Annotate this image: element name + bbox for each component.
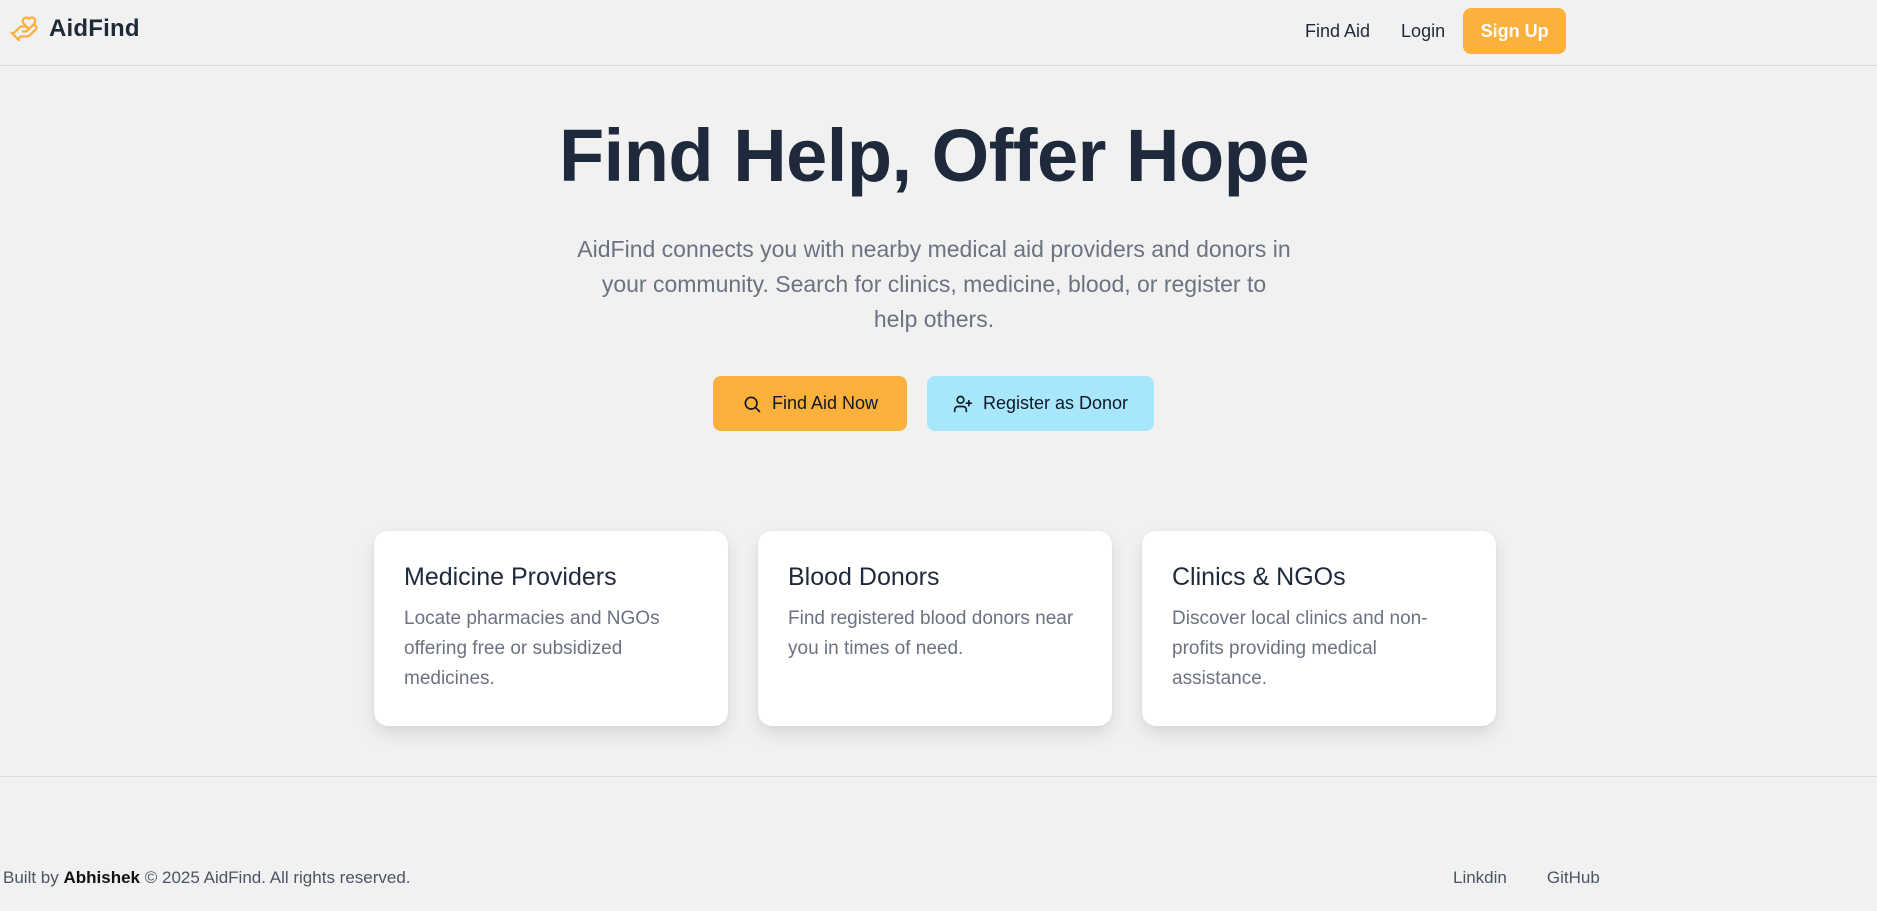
signup-button[interactable]: Sign Up — [1463, 8, 1567, 54]
card-title: Blood Donors — [788, 563, 940, 591]
find-aid-now-label: Find Aid Now — [771, 393, 879, 413]
card-title: Medicine Providers — [404, 563, 617, 591]
search-icon — [744, 396, 761, 412]
register-donor-button[interactable]: Register as Donor — [927, 376, 1154, 431]
brand-logo[interactable]: AidFind — [9, 14, 140, 44]
nav-login-link[interactable]: Login — [1401, 8, 1445, 54]
feature-card-blood: Blood Donors Find registered blood donor… — [758, 531, 1112, 726]
user-plus-icon — [953, 395, 973, 412]
footer-author: Abhishek — [63, 868, 141, 887]
nav-links: Find Aid Login Sign Up — [1290, 8, 1567, 54]
register-donor-label: Register as Donor — [982, 393, 1129, 413]
footer-copyright: Built by Abhishek © 2025 AidFind. All ri… — [3, 868, 411, 888]
footer-linkedin-link[interactable]: Linkdin — [1453, 868, 1507, 888]
card-text: Locate pharmacies and NGOs offering free… — [404, 608, 660, 689]
hero-title: Find Help, Offer Hope — [558, 114, 1310, 197]
card-title: Clinics & NGOs — [1172, 563, 1346, 591]
nav-find-aid-link[interactable]: Find Aid — [1305, 8, 1370, 54]
footer-links: Linkdin GitHub — [1453, 868, 1600, 888]
footer-built-by: Built by — [3, 868, 59, 887]
footer-copyright-text: © 2025 AidFind. All rights reserved. — [144, 868, 411, 887]
feature-card-clinics: Clinics & NGOs Discover local clinics an… — [1142, 531, 1496, 726]
hand-heart-icon — [10, 16, 38, 42]
navbar: AidFind Find Aid Login Sign Up — [0, 0, 1877, 66]
card-text: Discover local clinics and non-profits p… — [1172, 608, 1428, 689]
page: AidFind Find Aid Login Sign Up Find Help… — [0, 0, 1877, 911]
footer-divider — [0, 776, 1877, 777]
brand-name: AidFind — [49, 15, 140, 42]
hero-subtitle: AidFind connects you with nearby medical… — [577, 236, 1291, 332]
hero-actions: Find Aid Now Register as Donor — [713, 376, 1154, 431]
find-aid-now-button[interactable]: Find Aid Now — [713, 376, 907, 431]
card-text: Find registered blood donors near you in… — [788, 608, 1074, 659]
feature-card-medicine: Medicine Providers Locate pharmacies and… — [374, 531, 728, 726]
footer-github-link[interactable]: GitHub — [1547, 868, 1600, 888]
feature-cards: Medicine Providers Locate pharmacies and… — [374, 531, 1496, 726]
